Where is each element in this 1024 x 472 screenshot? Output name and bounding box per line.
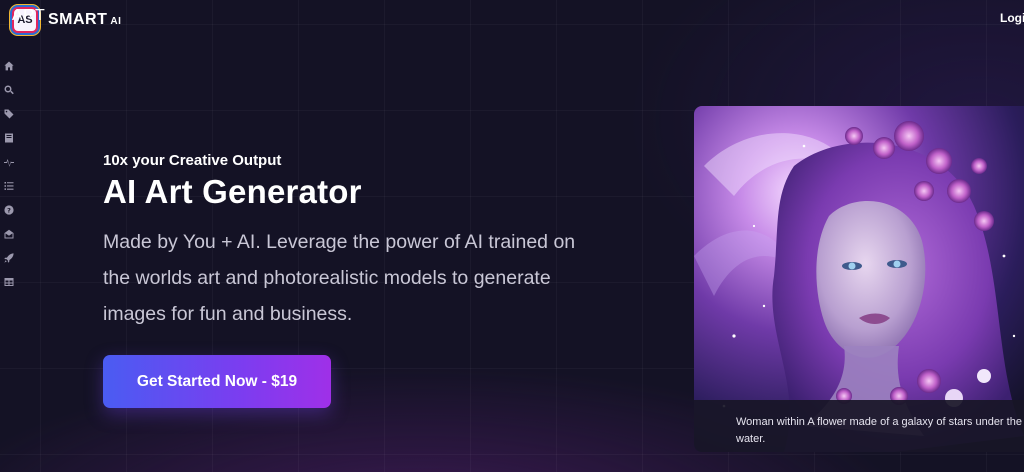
- get-started-button[interactable]: Get Started Now - $19: [103, 355, 331, 408]
- hero-eyebrow: 10x your Creative Output: [103, 152, 282, 169]
- brand-name-light: ART: [12, 7, 46, 24]
- sidebar-item-list[interactable]: [0, 174, 18, 198]
- list-icon: [4, 182, 14, 190]
- home-icon: [4, 61, 14, 71]
- brand-logo[interactable]: AS ART SMART AI: [12, 7, 121, 33]
- brand-wordmark: ART SMART AI: [12, 7, 121, 29]
- sidebar-item-tags[interactable]: [0, 102, 18, 126]
- top-bar: AS ARTSMARTAI Login: [0, 0, 1024, 40]
- activity-icon: [4, 159, 14, 167]
- book-icon: [5, 133, 13, 143]
- mail-open-icon: [4, 229, 14, 239]
- sidebar-item-home[interactable]: [0, 54, 18, 78]
- sidebar-nav: ?: [0, 54, 18, 294]
- help-icon: ?: [4, 205, 14, 215]
- hero-description: Made by You + AI. Leverage the power of …: [103, 231, 576, 325]
- sidebar-item-book[interactable]: [0, 126, 18, 150]
- sidebar-item-mail[interactable]: [0, 222, 18, 246]
- tags-icon: [4, 109, 14, 119]
- svg-text:?: ?: [7, 206, 11, 214]
- login-link[interactable]: Login: [1000, 11, 1024, 25]
- sidebar-item-table[interactable]: [0, 270, 18, 294]
- page-title: AI Art Generator: [103, 173, 362, 210]
- showcase-card: Woman within A flower made of a galaxy o…: [694, 106, 1024, 452]
- sidebar-item-activity[interactable]: [0, 150, 18, 174]
- artwork-caption: Woman within A flower made of a galaxy o…: [694, 400, 1024, 452]
- sidebar-item-rocket[interactable]: [0, 246, 18, 270]
- rocket-icon: [4, 253, 14, 263]
- sidebar-item-search[interactable]: [0, 78, 18, 102]
- sidebar-item-help[interactable]: ?: [0, 198, 18, 222]
- table-icon: [4, 278, 14, 286]
- search-icon: [4, 85, 14, 95]
